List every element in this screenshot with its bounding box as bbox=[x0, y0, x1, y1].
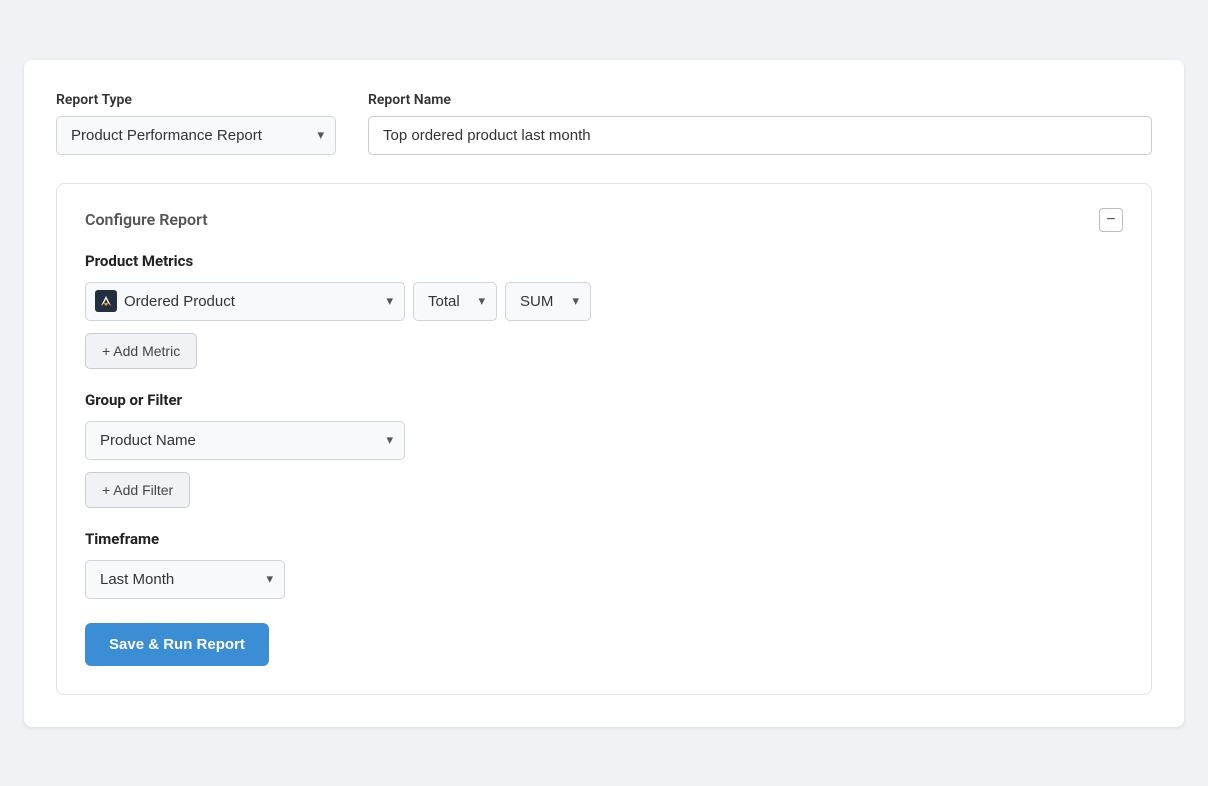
product-metrics-label: Product Metrics bbox=[85, 252, 1123, 270]
configure-title: Configure Report bbox=[85, 210, 208, 229]
report-name-label: Report Name bbox=[368, 92, 1152, 108]
configure-section: Configure Report − Product Metrics bbox=[56, 183, 1152, 695]
configure-header: Configure Report − bbox=[85, 208, 1123, 232]
page-container: Report Type Product Performance Report ▾… bbox=[0, 0, 1208, 786]
group-filter-label: Group or Filter bbox=[85, 391, 1123, 409]
ordered-product-wrapper: Ordered Product ▾ bbox=[85, 282, 405, 321]
sum-select-wrapper: SUM ▾ bbox=[505, 282, 591, 321]
timeframe-section: Timeframe Last Month ▾ bbox=[85, 530, 1123, 599]
report-type-select[interactable]: Product Performance Report bbox=[56, 116, 336, 155]
metric-select[interactable]: Ordered Product bbox=[85, 282, 405, 321]
filter-select[interactable]: Product Name bbox=[85, 421, 405, 460]
add-metric-button[interactable]: + Add Metric bbox=[85, 333, 197, 369]
total-select[interactable]: Total bbox=[413, 282, 497, 321]
collapse-icon: − bbox=[1106, 212, 1115, 228]
total-select-wrapper: Total ▾ bbox=[413, 282, 497, 321]
report-type-label: Report Type bbox=[56, 92, 336, 108]
group-filter-section: Group or Filter Product Name ▾ + Add Fil… bbox=[85, 391, 1123, 508]
top-row: Report Type Product Performance Report ▾… bbox=[56, 92, 1152, 155]
add-filter-button[interactable]: + Add Filter bbox=[85, 472, 190, 508]
metrics-row: Ordered Product ▾ Total ▾ SU bbox=[85, 282, 1123, 321]
report-type-select-wrapper: Product Performance Report ▾ bbox=[56, 116, 336, 155]
product-metrics-section: Product Metrics Ordered Product bbox=[85, 252, 1123, 369]
report-type-group: Report Type Product Performance Report ▾ bbox=[56, 92, 336, 155]
report-name-input[interactable] bbox=[368, 116, 1152, 155]
main-card: Report Type Product Performance Report ▾… bbox=[24, 60, 1184, 727]
timeframe-label: Timeframe bbox=[85, 530, 1123, 548]
filter-select-wrapper: Product Name ▾ bbox=[85, 421, 405, 460]
report-name-group: Report Name bbox=[368, 92, 1152, 155]
timeframe-select[interactable]: Last Month bbox=[85, 560, 285, 599]
collapse-button[interactable]: − bbox=[1099, 208, 1123, 232]
save-run-button[interactable]: Save & Run Report bbox=[85, 623, 269, 666]
sum-select[interactable]: SUM bbox=[505, 282, 591, 321]
timeframe-select-wrapper: Last Month ▾ bbox=[85, 560, 285, 599]
